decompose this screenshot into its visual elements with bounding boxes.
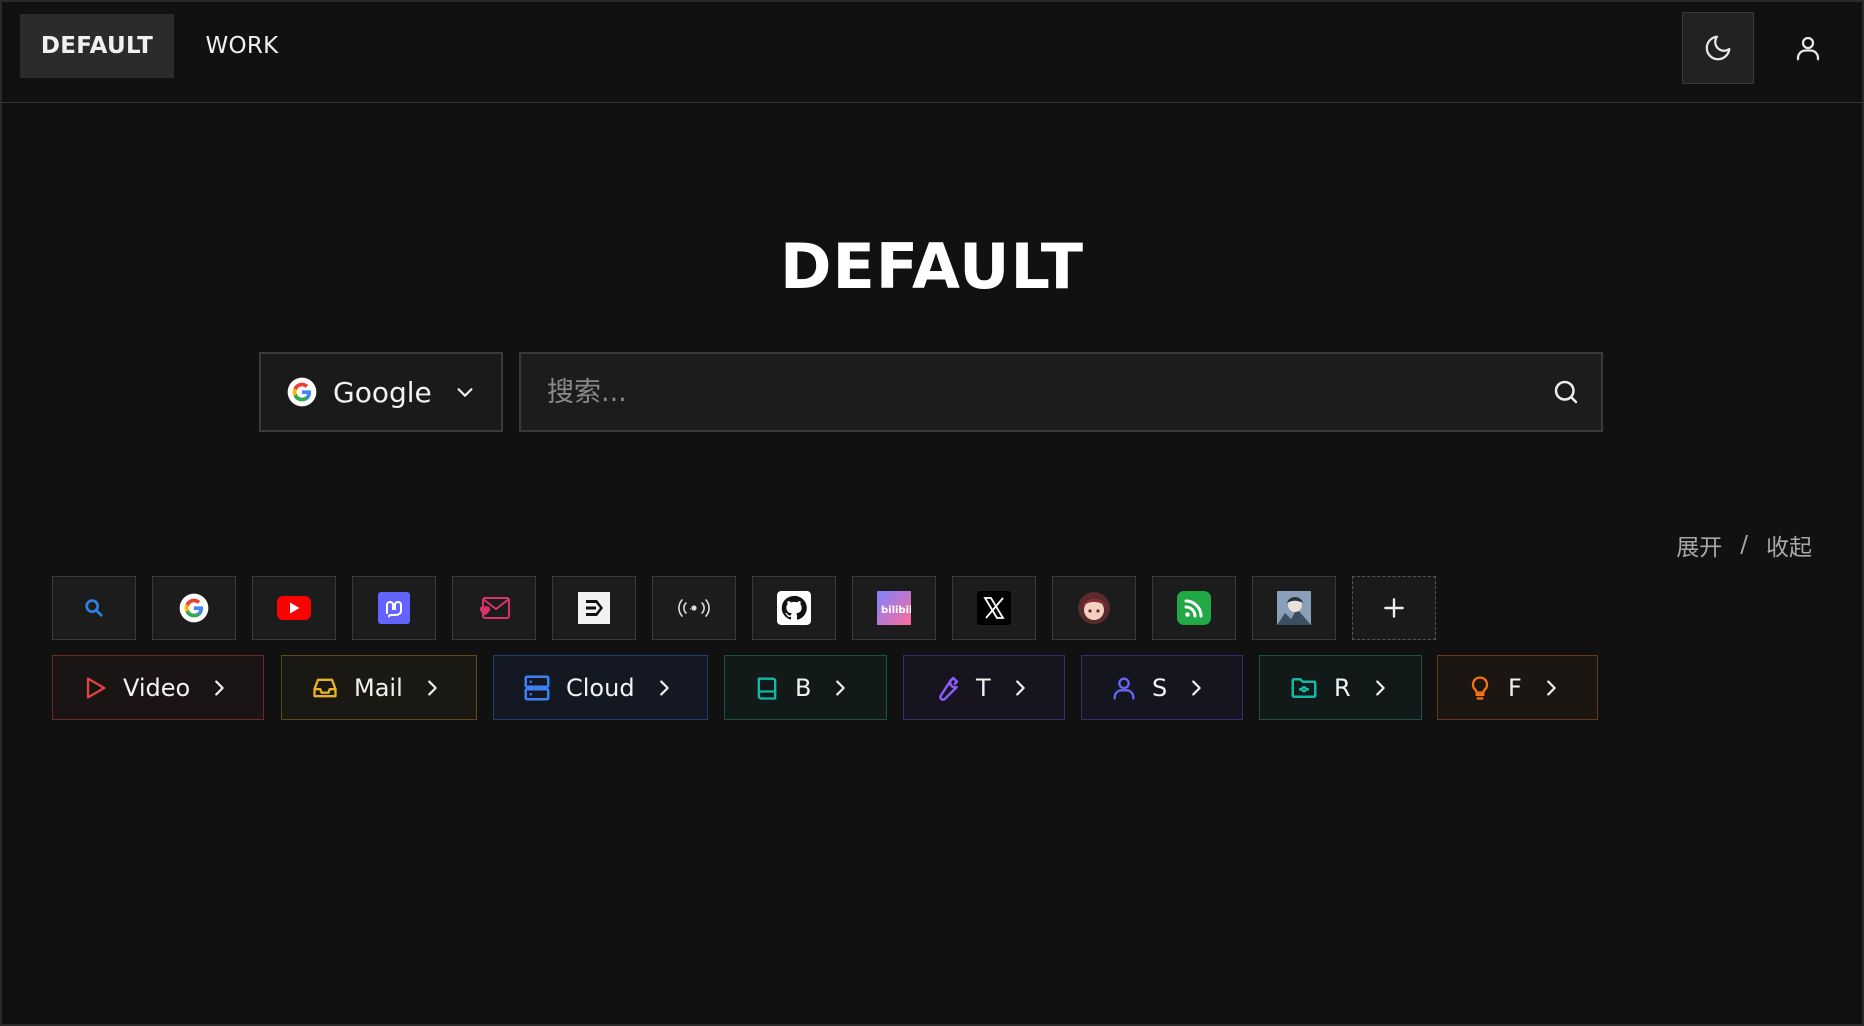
bookmark-broadcast[interactable]: ··: [652, 576, 736, 640]
svg-text:··: ··: [689, 605, 695, 615]
inbox-icon: [310, 674, 340, 702]
chevron-right-icon: [829, 677, 851, 699]
bookmark-rss[interactable]: [1152, 576, 1236, 640]
bookmark-avatar-anime[interactable]: [1052, 576, 1136, 640]
server-icon: [522, 673, 552, 703]
search-box: [519, 352, 1603, 432]
theme-toggle-button[interactable]: [1682, 12, 1754, 84]
bookmark-avatar-character[interactable]: [1252, 576, 1336, 640]
tab-work[interactable]: WORK: [188, 14, 296, 78]
play-icon: [81, 674, 109, 702]
github-icon: [777, 591, 811, 625]
category-label: Video: [123, 673, 191, 702]
category-b[interactable]: B: [724, 655, 887, 720]
search-site-icon: [83, 597, 105, 619]
add-bookmark-button[interactable]: [1352, 576, 1436, 640]
category-label: B: [795, 673, 812, 702]
bookmark-e-logo[interactable]: [552, 576, 636, 640]
search-engine-label: Google: [333, 375, 432, 409]
mail-heart-icon: [477, 595, 511, 621]
chevron-right-icon: [1540, 677, 1562, 699]
collapse-link[interactable]: 收起: [1766, 528, 1812, 562]
category-video[interactable]: Video: [52, 655, 264, 720]
user-icon: [1793, 33, 1823, 63]
bookmark-mail-heart[interactable]: [452, 576, 536, 640]
search-engine-select[interactable]: Google: [259, 352, 503, 432]
chevron-right-icon: [208, 677, 230, 699]
bookmark-youtube[interactable]: [252, 576, 336, 640]
mastodon-icon: [378, 592, 410, 624]
category-s[interactable]: S: [1081, 655, 1243, 720]
e-logo-icon: [578, 592, 610, 624]
page-frame: [0, 0, 1864, 1026]
category-label: F: [1508, 673, 1522, 702]
user-button[interactable]: [1772, 12, 1844, 84]
avatar-character-icon: [1277, 591, 1311, 625]
tab-default[interactable]: DEFAULT: [20, 14, 174, 78]
wrench-icon: [932, 673, 962, 703]
page-title: DEFAULT: [779, 230, 1084, 303]
svg-text:bilibili: bilibili: [881, 605, 911, 616]
search-button[interactable]: [1531, 354, 1601, 430]
rss-icon: [1177, 591, 1211, 625]
google-icon: [287, 377, 317, 407]
category-label: T: [976, 673, 991, 702]
category-label: S: [1152, 673, 1168, 702]
bookmark-google[interactable]: [152, 576, 236, 640]
google-icon: [179, 593, 209, 623]
expand-collapse-toggle: 展开 / 收起: [1676, 528, 1812, 562]
bookmark-mastodon[interactable]: [352, 576, 436, 640]
top-bar: DEFAULT WORK: [2, 2, 1862, 103]
book-icon: [753, 673, 781, 703]
youtube-icon: [277, 596, 311, 620]
chevron-right-icon: [653, 677, 675, 699]
search-icon: [1551, 377, 1581, 407]
chevron-right-icon: [1009, 677, 1031, 699]
chevron-right-icon: [1185, 677, 1207, 699]
bookmark-github[interactable]: [752, 576, 836, 640]
category-cloud[interactable]: Cloud: [493, 655, 708, 720]
avatar-anime-icon: [1077, 591, 1111, 625]
chevron-right-icon: [1369, 677, 1391, 699]
bilibili-icon: bilibili: [877, 591, 911, 625]
moon-icon: [1703, 33, 1733, 63]
folder-icon: [1288, 673, 1320, 703]
category-r[interactable]: R: [1259, 655, 1422, 720]
category-t[interactable]: T: [903, 655, 1065, 720]
add-icon: [1381, 595, 1407, 621]
bulb-icon: [1466, 672, 1494, 704]
category-mail[interactable]: Mail: [281, 655, 477, 720]
chevron-down-icon: [454, 381, 476, 403]
broadcast-icon: ··: [676, 597, 712, 619]
chevron-right-icon: [421, 677, 443, 699]
toggle-separator: /: [1740, 532, 1748, 558]
x-icon: [977, 591, 1011, 625]
category-f[interactable]: F: [1437, 655, 1598, 720]
expand-link[interactable]: 展开: [1676, 528, 1722, 562]
bookmark-x[interactable]: [952, 576, 1036, 640]
bookmark-bilibili[interactable]: bilibili: [852, 576, 936, 640]
user-icon: [1110, 673, 1138, 703]
search-input[interactable]: [521, 354, 1531, 430]
category-label: Mail: [354, 673, 403, 702]
bookmark-search-site[interactable]: [52, 576, 136, 640]
category-label: Cloud: [566, 673, 635, 702]
category-label: R: [1334, 673, 1351, 702]
